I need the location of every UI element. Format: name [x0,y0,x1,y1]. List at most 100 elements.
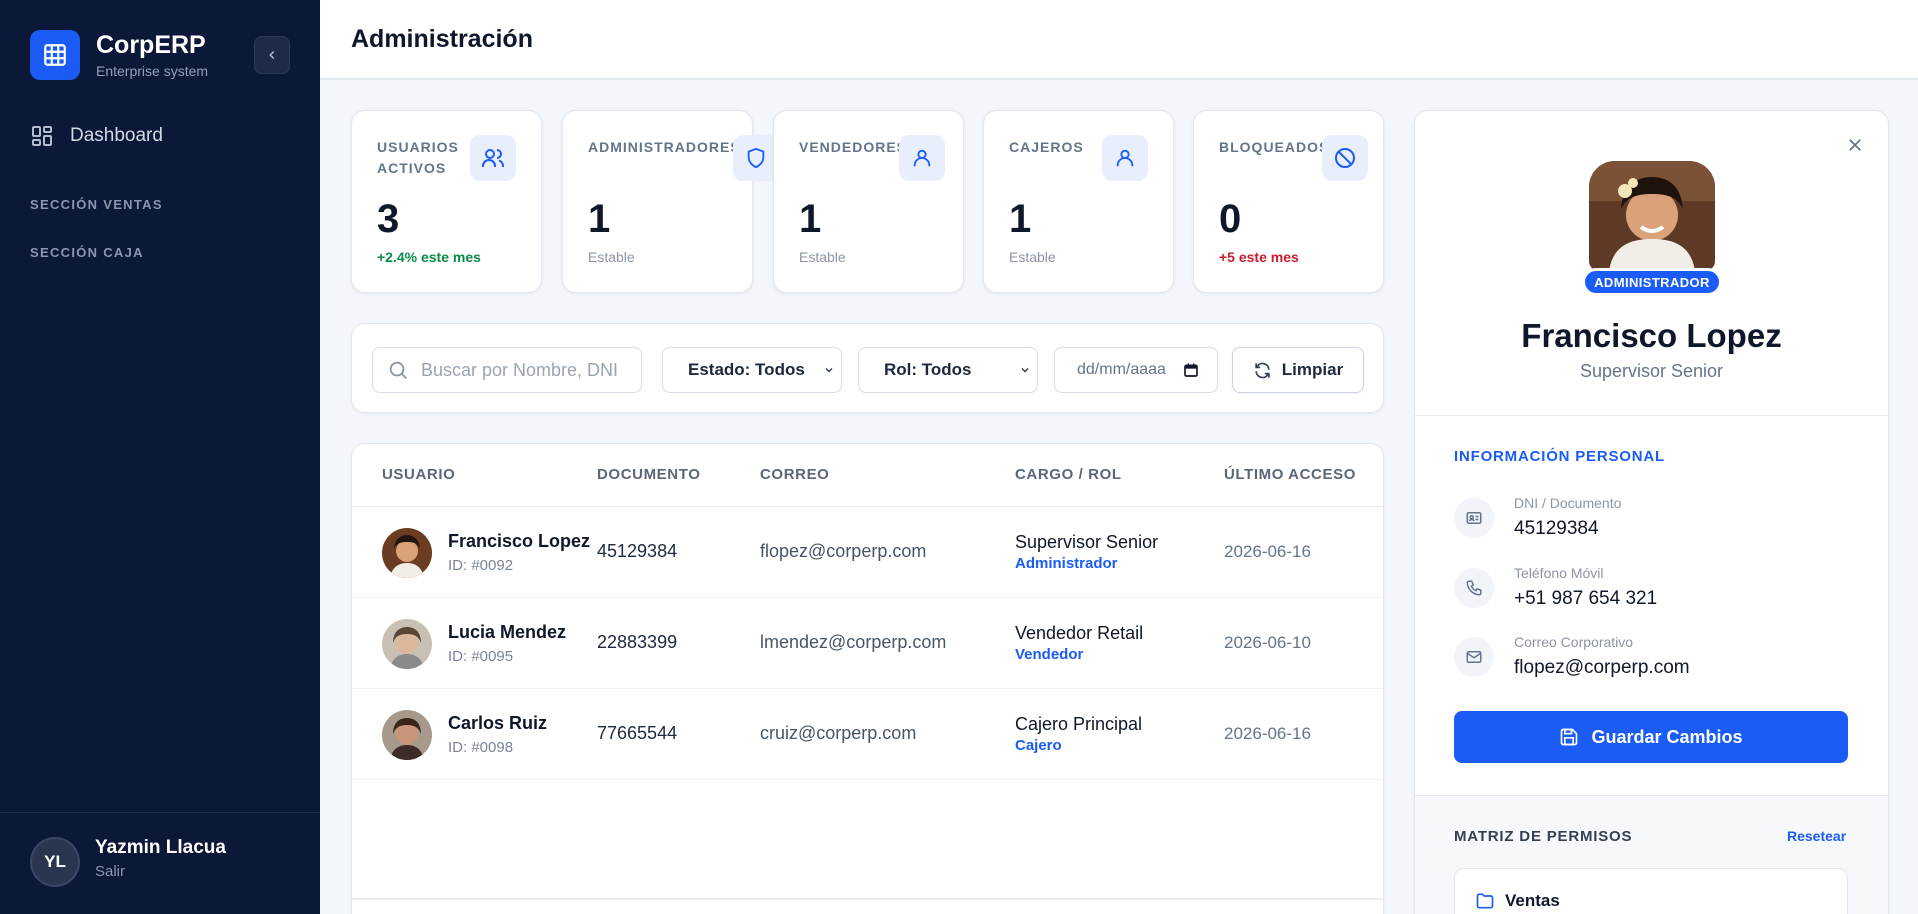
user-role: Vendedor [1015,646,1084,663]
field-value-dni[interactable]: 45129384 [1514,518,1599,540]
save-changes-label: Guardar Cambios [1591,726,1743,747]
sidebar-section-ventas[interactable]: SECCIÓN VENTAS [30,197,163,212]
permissions-section: MATRIZ DE PERMISOS Resetear Ventas [1415,795,1888,914]
estado-select-value: Estado: Todos [688,360,805,379]
mail-icon [1454,637,1494,677]
stat-card-blocked: BLOQUEADOS 0 +5 este mes [1193,110,1384,293]
id-card-icon [1454,498,1494,538]
column-header-usuario[interactable]: USUARIO [382,466,455,483]
stat-trend: Estable [588,249,635,265]
divider [1415,415,1888,416]
date-placeholder: dd/mm/aaaa [1077,361,1166,378]
stat-label: ADMINISTRADORES [588,139,741,155]
brand[interactable]: CorpERP Enterprise system [30,30,208,80]
field-value-phone[interactable]: +51 987 654 321 [1514,588,1657,610]
user-last-access: 2026-06-16 [1224,724,1311,743]
rol-select-value: Rol: Todos [884,360,972,379]
clear-filters-label: Limpiar [1281,360,1344,379]
permission-group-label: Ventas [1505,891,1560,910]
collapse-sidebar-button[interactable] [254,36,290,74]
save-icon [1561,728,1578,746]
chevron-left-icon [269,50,275,60]
search-input[interactable]: Buscar por Nombre, DNI [372,347,642,393]
stat-label: BLOQUEADOS [1219,139,1330,155]
avatar [382,528,432,578]
stat-trend: Estable [1009,249,1056,265]
column-header-documento[interactable]: DOCUMENTO [597,466,700,483]
user-name: Carlos Ruiz [448,713,548,733]
user-position: Supervisor Senior [1015,532,1159,552]
table-row[interactable]: Carlos Ruiz ID: #0098 77665544 cruiz@cor… [352,689,1383,780]
column-header-correo[interactable]: CORREO [760,466,829,483]
search-placeholder: Buscar por Nombre, DNI [421,359,619,380]
profile-name: Francisco Lopez [1521,317,1782,354]
user-email: lmendez@corperp.com [760,632,947,652]
sidebar: CorpERP Enterprise system Dashboard SECC… [0,0,320,914]
date-input[interactable]: dd/mm/aaaa [1054,347,1218,393]
rol-select[interactable]: Rol: Todos [858,347,1038,393]
user-last-access: 2026-06-16 [1224,542,1311,561]
role-badge: ADMINISTRADOR [1582,268,1722,296]
building-grid-icon [30,30,80,80]
close-icon[interactable] [1843,133,1867,157]
folder-icon [1476,893,1494,909]
section-personal-info: INFORMACIÓN PERSONAL [1454,448,1665,465]
logout-link[interactable]: Salir [95,863,125,880]
block-icon [1322,135,1368,181]
chevron-down-icon [1021,367,1029,373]
clear-filters-button[interactable]: Limpiar [1232,347,1364,393]
avatar [382,619,432,669]
table-row[interactable]: Francisco Lopez ID: #0092 45129384 flope… [352,507,1383,598]
sidebar-user: YL Yazmin Llacua Salir [0,812,320,914]
user-id: ID: #0098 [448,739,514,756]
user-document: 45129384 [597,541,678,561]
user-position: Cajero Principal [1015,714,1143,734]
user-id: ID: #0095 [448,648,514,665]
table-row[interactable]: Lucia Mendez ID: #0095 22883399 lmendez@… [352,598,1383,689]
avatar [382,710,432,760]
avatar[interactable]: YL [30,837,80,887]
user-position: Vendedor Retail [1015,623,1144,643]
column-header-ultimo-acceso[interactable]: ÚLTIMO ACCESO [1224,466,1356,483]
stat-card-sellers: VENDEDORES 1 Estable [773,110,964,293]
phone-icon [1454,568,1494,608]
users-icon [470,135,516,181]
column-header-cargo[interactable]: CARGO / ROL [1015,466,1122,483]
chevron-down-icon [825,367,833,373]
users-table: USUARIO DOCUMENTO CORREO CARGO / ROL ÚLT… [351,443,1384,914]
user-role: Administrador [1015,555,1118,572]
user-icon [899,135,945,181]
stat-value: 0 [1219,197,1242,241]
user-last-access: 2026-06-10 [1224,633,1311,652]
estado-select[interactable]: Estado: Todos [662,347,842,393]
search-icon [389,361,407,379]
profile-title: Supervisor Senior [1579,361,1724,381]
user-name: Lucia Mendez [448,622,567,642]
page-title: Administración [351,25,533,53]
filter-bar: Buscar por Nombre, DNI Estado: Todos Rol… [351,323,1384,413]
field-label-dni: DNI / Documento [1514,495,1622,511]
stat-value: 1 [1009,197,1032,241]
permissions-title: MATRIZ DE PERMISOS [1454,828,1633,845]
stat-label: VENDEDORES [799,139,908,155]
user-email: flopez@corperp.com [760,541,927,561]
stat-trend: Estable [799,249,846,265]
stat-value: 3 [377,197,400,241]
permission-group-ventas[interactable]: Ventas [1454,868,1848,914]
user-icon [1102,135,1148,181]
save-changes-button[interactable]: Guardar Cambios [1454,711,1848,763]
calendar-icon[interactable] [1183,362,1199,378]
profile-photo [1589,161,1715,271]
refresh-icon [1255,362,1270,378]
user-name: Francisco Lopez [448,531,591,551]
sidebar-item-dashboard[interactable]: Dashboard [30,124,163,148]
reset-permissions-link[interactable]: Resetear [1787,828,1846,844]
field-value-email[interactable]: flopez@corperp.com [1514,657,1690,679]
field-label-phone: Teléfono Móvil [1514,565,1604,581]
stat-trend: +2.4% este mes [377,249,481,265]
stat-card-cashiers: CAJEROS 1 Estable [983,110,1174,293]
user-document: 77665544 [597,723,678,743]
table-footer-divider [352,898,1383,900]
stat-value: 1 [588,197,611,241]
sidebar-section-caja[interactable]: SECCIÓN CAJA [30,245,144,260]
